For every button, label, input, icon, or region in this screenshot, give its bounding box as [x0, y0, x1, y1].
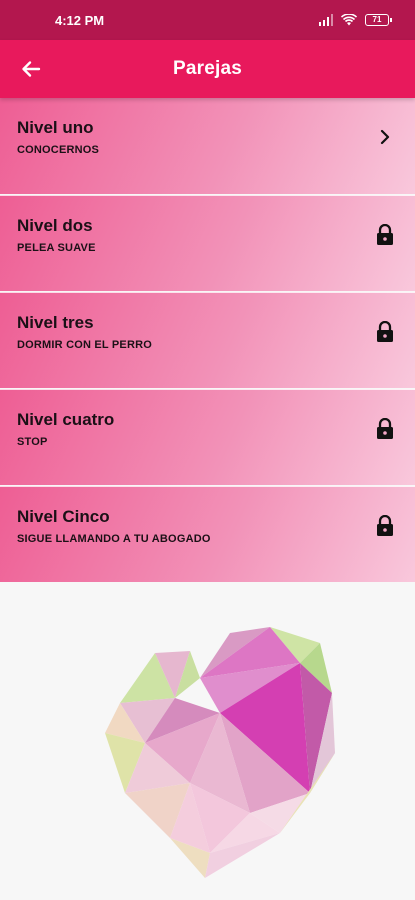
level-title: Nivel Cinco [17, 507, 110, 526]
wifi-icon [341, 14, 357, 26]
lock-icon [373, 320, 397, 344]
lock-icon [373, 514, 397, 538]
status-time: 4:12 PM [55, 12, 105, 28]
level-subtitle: SIGUE LLAMANDO A TU ABOGADO [17, 533, 211, 545]
level-item-4[interactable]: Nivel cuatro STOP [0, 389, 415, 485]
level-item-5[interactable]: Nivel Cinco SIGUE LLAMANDO A TU ABOGADO [0, 486, 415, 582]
lowpoly-heart-icon [105, 627, 335, 878]
lock-icon [373, 223, 397, 247]
app-bar: Parejas [0, 40, 415, 98]
back-button[interactable] [16, 54, 46, 84]
level-title: Nivel dos [17, 216, 93, 235]
level-item-1[interactable]: Nivel uno CONOCERNOS [0, 98, 415, 194]
level-title: Nivel tres [17, 313, 94, 332]
level-subtitle: PELEA SUAVE [17, 242, 96, 254]
lock-icon [373, 417, 397, 441]
status-bar: 4:12 PM 71 [0, 0, 415, 40]
page-title: Parejas [172, 58, 242, 79]
level-subtitle: STOP [17, 436, 48, 448]
heart-illustration-area [0, 578, 415, 900]
level-item-2[interactable]: Nivel dos PELEA SUAVE [0, 195, 415, 291]
status-icons: 71 [319, 14, 392, 26]
arrow-left-icon [22, 61, 41, 77]
level-title: Nivel cuatro [17, 410, 115, 429]
chevron-right-icon [373, 125, 397, 149]
level-subtitle: CONOCERNOS [17, 144, 100, 156]
signal-icon [319, 14, 333, 26]
level-list: Nivel uno CONOCERNOS Nivel dos PELEA SUA… [0, 98, 415, 583]
battery-level: 71 [372, 15, 382, 24]
level-subtitle: DORMIR CON EL PERRO [17, 339, 152, 351]
level-title: Nivel uno [17, 118, 94, 137]
battery-icon: 71 [365, 14, 392, 26]
level-item-3[interactable]: Nivel tres DORMIR CON EL PERRO [0, 292, 415, 388]
